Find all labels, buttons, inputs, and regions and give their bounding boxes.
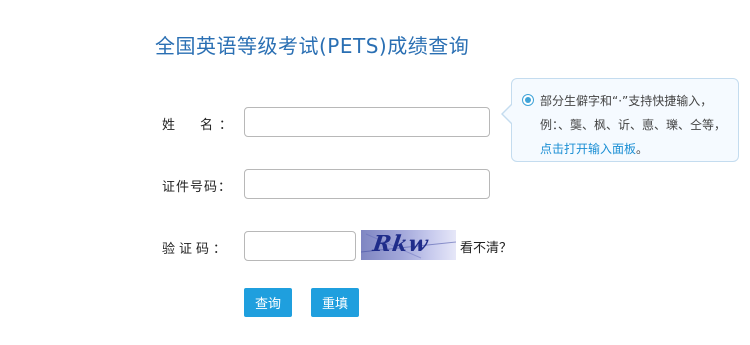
captcha-image[interactable]: Rkw [361, 230, 456, 260]
tooltip-arrow-fill [503, 104, 513, 124]
page-title: 全国英语等级考试(PETS)成绩查询 [155, 34, 470, 58]
id-number-input[interactable] [244, 169, 490, 199]
pets-score-query-page: 全国英语等级考试(PETS)成绩查询 姓 名： 部分生僻字和“·”支持快捷输入，… [0, 0, 750, 345]
tooltip-suffix: 。 [636, 142, 649, 156]
tooltip-text: 部分生僻字和“·”支持快捷输入，例：、龑、枫、䜣、悳、瓅、仝等， [540, 94, 727, 132]
refresh-captcha-link[interactable]: 看不清？ [460, 237, 512, 256]
input-tip-tooltip: 部分生僻字和“·”支持快捷输入，例：、龑、枫、䜣、悳、瓅、仝等， 点击打开输入面板… [501, 78, 739, 162]
open-input-panel-link[interactable]: 点击打开输入面板 [540, 142, 636, 156]
reset-button[interactable]: 重填 [311, 288, 359, 317]
name-label: 姓 名： [162, 118, 239, 133]
name-input[interactable] [244, 107, 490, 137]
captcha-label: 验证码： [162, 242, 231, 257]
query-button[interactable]: 查询 [244, 288, 292, 317]
id-number-label: 证件号码： [162, 180, 233, 195]
captcha-input[interactable] [244, 231, 356, 261]
info-radio-icon [522, 94, 534, 106]
captcha-text: Rkw [371, 231, 431, 257]
